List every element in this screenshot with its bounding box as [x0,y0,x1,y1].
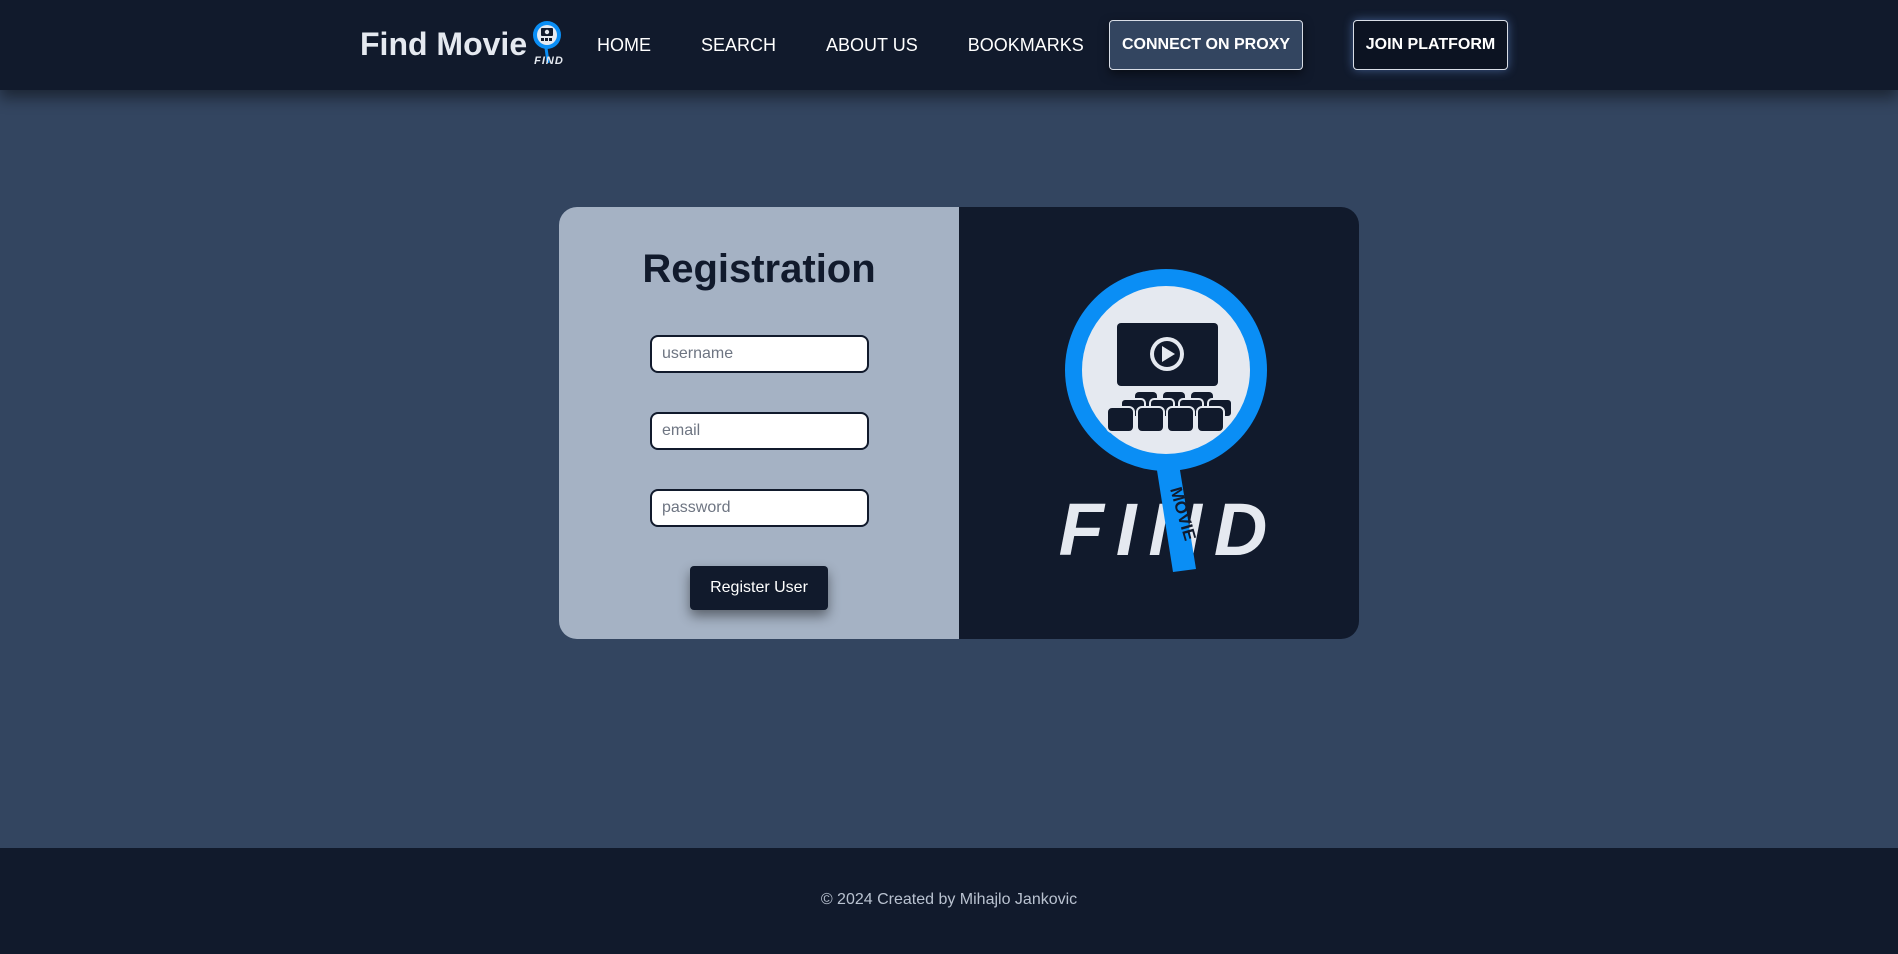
join-platform-button[interactable]: JOIN PLATFORM [1353,20,1508,70]
nav-search[interactable]: SEARCH [701,35,776,56]
registration-form: Registration Register User [559,207,959,639]
nav-about-us[interactable]: ABOUT US [826,35,918,56]
hero-panel: FIND MOVIE [959,207,1359,639]
email-input[interactable] [650,412,869,450]
main-nav: HOME SEARCH ABOUT US BOOKMARKS [597,0,1084,90]
nav-home[interactable]: HOME [597,35,651,56]
registration-card: Registration Register User [559,207,1359,639]
brand[interactable]: Find Movie FIND [360,18,568,70]
footer-copyright: © 2024 Created by Mihajlo Jankovic [820,891,1078,908]
register-user-button[interactable]: Register User [690,566,828,610]
username-input[interactable] [650,335,869,373]
footer: © 2024 Created by Mihajlo Jankovic [0,848,1898,954]
password-input[interactable] [650,489,869,527]
find-movie-hero-logo-icon: FIND MOVIE [1059,269,1267,572]
brand-title[interactable]: Find Movie [360,26,527,63]
find-movie-logo-icon: FIND [533,21,564,67]
navbar: Find Movie FIND HOME SEARCH ABOUT US BOO… [0,0,1898,90]
connect-on-proxy-button[interactable]: CONNECT ON PROXY [1109,20,1303,70]
logo-text: FIND [534,55,564,67]
nav-bookmarks[interactable]: BOOKMARKS [968,35,1084,56]
registration-title: Registration [642,247,876,291]
